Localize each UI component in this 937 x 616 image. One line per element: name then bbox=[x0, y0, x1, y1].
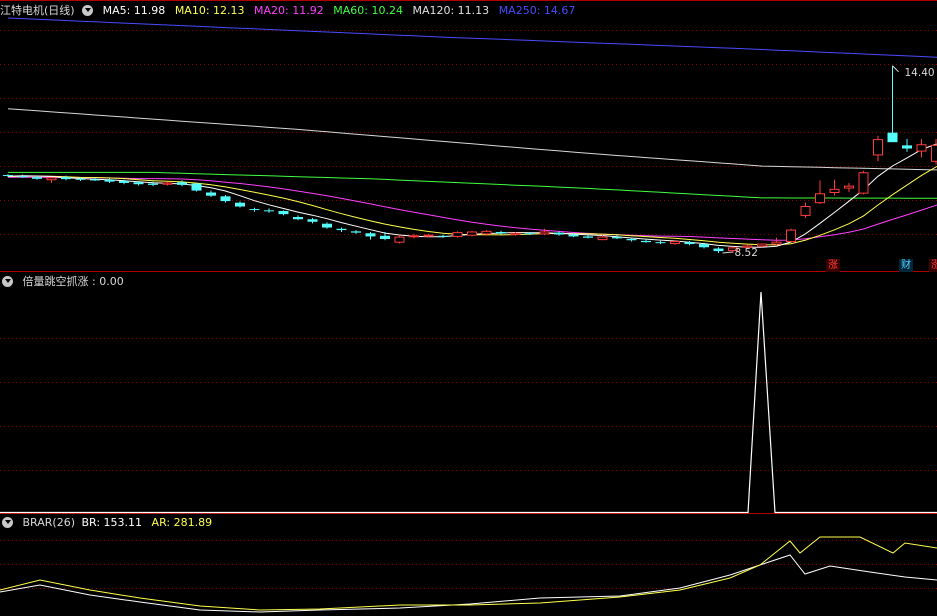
ma10-label: MA10: 12.13 bbox=[174, 4, 245, 17]
candle-body-up bbox=[46, 177, 57, 181]
candle-body-up bbox=[771, 241, 782, 245]
candle-body-down bbox=[496, 231, 506, 234]
price-annotations: 14.40 8.52 bbox=[722, 65, 935, 259]
candle-body-down bbox=[61, 177, 71, 180]
candle-body-down bbox=[249, 209, 260, 211]
candle-body-down bbox=[133, 182, 144, 185]
candle-body-up bbox=[873, 139, 883, 156]
candle-body-up bbox=[800, 206, 811, 216]
candle-body-up bbox=[670, 241, 680, 244]
candle-body-up bbox=[815, 193, 825, 204]
candle-body-down bbox=[90, 179, 100, 181]
candle-body-down bbox=[612, 237, 622, 239]
candle-body-down bbox=[307, 219, 318, 222]
candle-body-down bbox=[235, 202, 245, 207]
candle-body-down bbox=[887, 132, 898, 143]
candle-body-up bbox=[786, 229, 796, 243]
candle-body-down bbox=[438, 235, 448, 237]
candle-body-down bbox=[655, 242, 666, 244]
brar-pane bbox=[0, 536, 937, 613]
indicator-line bbox=[0, 291, 937, 514]
candle-body-up bbox=[467, 231, 477, 236]
stock-title: 江特电机(日线) bbox=[0, 4, 75, 17]
grid-lines bbox=[0, 0, 937, 589]
ar-line bbox=[0, 536, 937, 611]
ma60-line bbox=[8, 171, 937, 199]
candle-body-up bbox=[858, 172, 869, 194]
candle-body-up bbox=[916, 144, 927, 152]
candle-body-down bbox=[206, 192, 216, 196]
candle-body-down bbox=[684, 242, 695, 245]
flag-cai[interactable]: 财 bbox=[899, 259, 913, 272]
candle-body-down bbox=[525, 233, 535, 235]
ar-value: AR: 281.89 bbox=[151, 516, 213, 529]
candle-body-down bbox=[75, 178, 86, 180]
candle-body-up bbox=[510, 232, 521, 236]
candle-body-down bbox=[902, 145, 912, 149]
candle-body-up bbox=[757, 243, 767, 247]
candle-body-down bbox=[322, 223, 332, 228]
candle-body-down bbox=[380, 235, 390, 239]
br-line bbox=[0, 554, 937, 613]
ma5-label: MA5: 11.98 bbox=[102, 4, 166, 17]
ma250-line bbox=[7, 17, 937, 58]
candle-body-down bbox=[278, 210, 289, 215]
low-label: 8.52 bbox=[735, 247, 758, 259]
candle-body-down bbox=[3, 174, 13, 176]
ma250-label: MA250: 14.67 bbox=[498, 4, 576, 17]
ma120-line bbox=[7, 108, 937, 171]
dropdown-icon[interactable] bbox=[2, 276, 13, 287]
high-label: 14.40 bbox=[905, 67, 935, 79]
candle-body-up bbox=[162, 182, 173, 185]
candle-body-up bbox=[931, 144, 937, 162]
candle-body-down bbox=[713, 248, 724, 252]
brar-name: BRAR(26) bbox=[22, 516, 76, 529]
candle-body-down bbox=[351, 231, 361, 233]
candle-body-down bbox=[104, 179, 115, 182]
candle-body-down bbox=[264, 210, 274, 212]
candle-body-down bbox=[293, 217, 303, 220]
candle-body-down bbox=[119, 181, 129, 183]
stock-chart-window: { "header": { "title": "江特电机(日线)", "ma":… bbox=[0, 0, 937, 616]
price-header: 江特电机(日线) MA5: 11.98 MA10: 12.13 MA20: 11… bbox=[0, 3, 581, 19]
ma20-label: MA20: 11.92 bbox=[254, 4, 324, 17]
ma120-label: MA120: 11.13 bbox=[412, 4, 490, 17]
ma60-label: MA60: 10.24 bbox=[333, 4, 403, 17]
dropdown-icon[interactable] bbox=[2, 517, 13, 528]
flag-zhang[interactable]: 涨 bbox=[826, 259, 840, 272]
candle-body-down bbox=[177, 182, 187, 185]
brar-header: BRAR(26) BR: 153.11 AR: 281.89 bbox=[0, 515, 218, 531]
candle-body-down bbox=[568, 234, 579, 237]
candle-body-up bbox=[829, 188, 840, 193]
indicator-title: 倍量跳空抓涨 : 0.00 bbox=[22, 275, 124, 288]
candle-body-up bbox=[597, 236, 608, 241]
candle-body-down bbox=[32, 177, 42, 179]
indicator-header: 倍量跳空抓涨 : 0.00 bbox=[0, 274, 130, 290]
candle-body-down bbox=[626, 238, 637, 241]
candle-body-up bbox=[539, 231, 550, 235]
candle-body-down bbox=[641, 240, 651, 243]
candlestick-series bbox=[3, 65, 937, 253]
candle-body-up bbox=[394, 236, 405, 243]
dropdown-icon[interactable] bbox=[82, 5, 94, 16]
indicator-pane bbox=[0, 291, 937, 514]
high-pointer bbox=[892, 65, 899, 73]
candle-body-down bbox=[336, 228, 347, 231]
candle-body-down bbox=[699, 244, 709, 248]
candle-body-down bbox=[220, 196, 231, 202]
candle-body-down bbox=[148, 183, 158, 185]
candle-body-up bbox=[452, 232, 463, 237]
candle-body-up bbox=[423, 234, 434, 237]
candle-body-up bbox=[481, 230, 492, 235]
candle-body-down bbox=[554, 232, 564, 235]
br-value: BR: 153.11 bbox=[81, 516, 143, 529]
candle-body-up bbox=[409, 235, 419, 238]
candle-body-up bbox=[844, 185, 854, 189]
low-pointer bbox=[722, 251, 733, 254]
flag-zhang-2[interactable]: 涨 bbox=[929, 259, 937, 272]
candle-body-down bbox=[17, 176, 28, 178]
candle-body-down bbox=[191, 183, 202, 191]
candle-body-down bbox=[583, 236, 593, 238]
candle-body-down bbox=[365, 233, 376, 237]
